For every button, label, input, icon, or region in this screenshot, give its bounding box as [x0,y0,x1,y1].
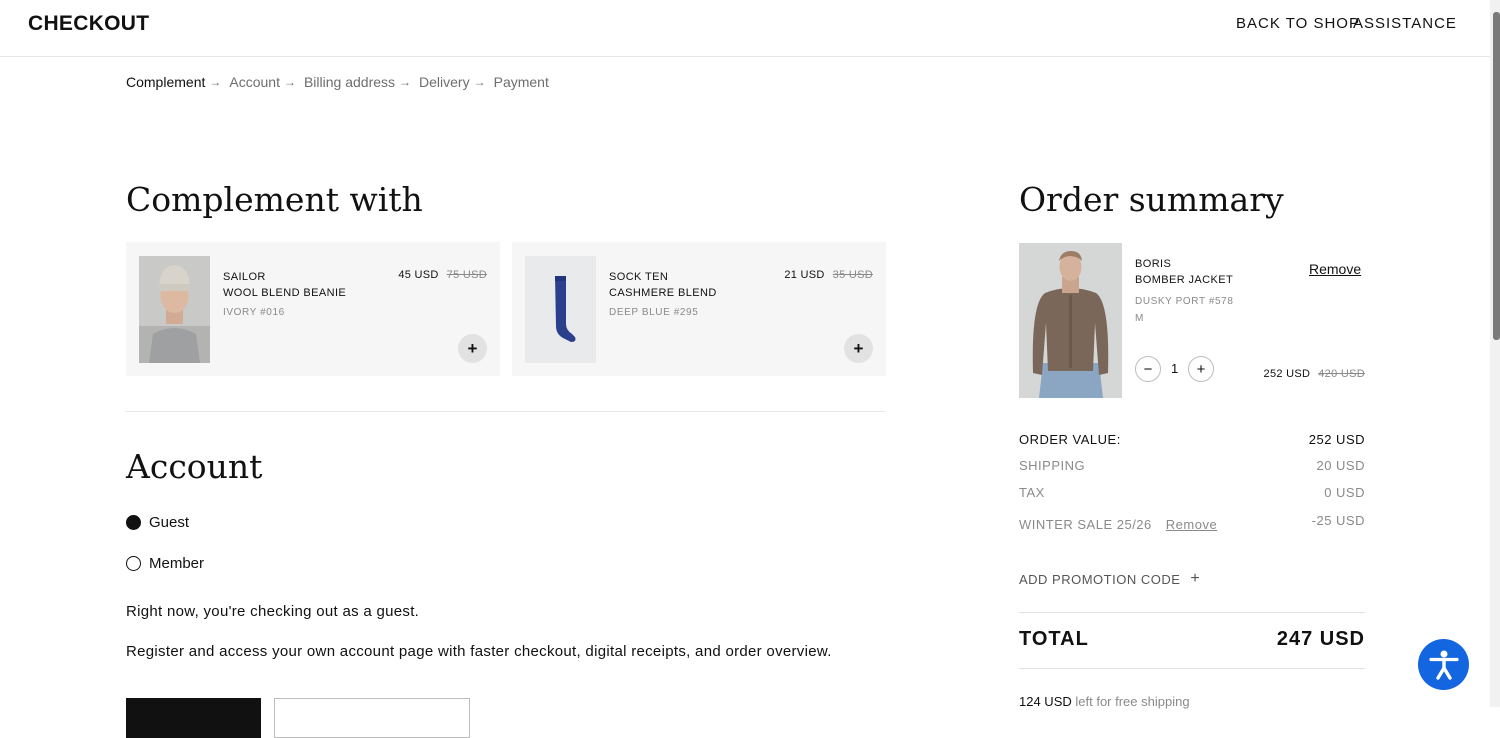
section-divider [126,411,885,412]
breadcrumb-billing-address[interactable]: Billing address [304,74,395,90]
product-old-price: 75 USD [446,269,487,281]
product-old-price: 35 USD [832,269,873,281]
plus-icon: + [1190,570,1201,587]
plus-icon: + [467,338,478,358]
summary-product-variant: DUSKY PORT #578 M [1135,293,1234,327]
quantity-value: 1 [1171,361,1179,376]
breadcrumb-complement[interactable]: Complement [126,74,205,90]
radio-selected-icon[interactable] [126,515,141,530]
summary-item-old-price: 420 USD [1318,368,1365,380]
sock-product-image [525,256,596,363]
breadcrumb-payment[interactable]: Payment [494,74,549,90]
product-variant: IVORY #016 [223,307,285,318]
guest-label: Guest [149,514,190,531]
shipping-label: SHIPPING [1019,458,1086,473]
total-label: TOTAL [1019,628,1089,650]
summary-divider [1019,612,1365,613]
order-value-label: ORDER VALUE: [1019,432,1121,447]
plus-icon: + [853,338,864,358]
product-variant: DEEP BLUE #295 [609,307,699,318]
product-price: 45 USD 75 USD [398,269,487,281]
remove-item-link[interactable]: Remove [1309,261,1361,277]
total-row: TOTAL 247 USD [1019,628,1365,651]
add-promotion-code-button[interactable]: ADD PROMOTION CODE + [1019,570,1200,588]
tax-row: TAX 0 USD [1019,485,1365,500]
order-summary-title: Order summary [1019,180,1284,219]
accessibility-button[interactable] [1418,639,1469,690]
breadcrumb-delivery[interactable]: Delivery [419,74,470,90]
product-card[interactable]: SAILOR WOOL BLEND BEANIE IVORY #016 45 U… [126,242,500,376]
summary-product-name: BORIS BOMBER JACKET [1135,258,1234,286]
secondary-account-button[interactable] [274,698,470,738]
radio-unselected-icon[interactable] [126,556,141,571]
promotion-label: WINTER SALE 25/26 [1019,517,1152,532]
tax-label: TAX [1019,485,1045,500]
arrow-right-icon: → [473,75,486,90]
arrow-right-icon: → [399,75,412,90]
tax-amount: 0 USD [1324,485,1365,500]
assistance-link[interactable]: ASSISTANCE [1353,15,1457,32]
minus-icon: − [1143,360,1153,378]
register-note: Register and access your own account pag… [126,643,832,660]
brand-title: CHECKOUT [28,12,150,35]
guest-note: Right now, you're checking out as a gues… [126,603,420,620]
guest-radio-option[interactable]: Guest [126,514,189,531]
bomber-jacket-product-image [1019,243,1122,398]
member-label: Member [149,555,205,572]
add-product-button[interactable]: + [844,334,873,363]
summary-product-size: M [1135,313,1144,324]
scrollbar-thumb[interactable] [1493,12,1500,340]
add-product-button[interactable]: + [458,334,487,363]
order-value-amount: 252 USD [1308,432,1365,447]
decrease-quantity-button[interactable]: − [1135,356,1161,382]
remove-promotion-link[interactable]: Remove [1166,517,1217,532]
summary-item-price: 252 USD 420 USD [1263,368,1365,380]
breadcrumb-account[interactable]: Account [229,74,280,90]
product-card[interactable]: SOCK TEN CASHMERE BLEND DEEP BLUE #295 2… [512,242,886,376]
order-value-row: ORDER VALUE: 252 USD [1019,432,1365,447]
arrow-right-icon: → [283,75,296,90]
product-name: SOCK TEN CASHMERE BLEND [609,271,717,299]
total-amount: 247 USD [1276,628,1365,650]
shipping-amount: 20 USD [1316,458,1365,473]
add-promotion-label: ADD PROMOTION CODE [1019,571,1181,587]
promotion-row: WINTER SALE 25/26 Remove -25 USD [1019,513,1365,532]
shipping-row: SHIPPING 20 USD [1019,458,1365,473]
member-radio-option[interactable]: Member [126,555,204,572]
breadcrumb: Complement → Account → Billing address → Deliv… [126,73,549,90]
primary-account-button[interactable] [126,698,261,738]
plus-icon: + [1196,360,1206,378]
account-title: Account [126,447,263,486]
complement-title: Complement with [126,180,423,219]
beanie-product-image [139,256,210,363]
product-price: 21 USD 35 USD [784,269,873,281]
top-bar: CHECKOUT BACK TO SHOP ASSISTANCE [0,0,1490,57]
product-name: SAILOR WOOL BLEND BEANIE [223,271,347,299]
arrow-right-icon: → [209,75,222,90]
back-to-shop-link[interactable]: BACK TO SHOP [1236,15,1360,32]
increase-quantity-button[interactable]: + [1188,356,1214,382]
summary-divider [1019,668,1365,669]
promotion-amount: -25 USD [1311,513,1365,528]
promotion-label-group: WINTER SALE 25/26 Remove [1019,517,1217,532]
accessibility-person-icon [1428,650,1459,680]
